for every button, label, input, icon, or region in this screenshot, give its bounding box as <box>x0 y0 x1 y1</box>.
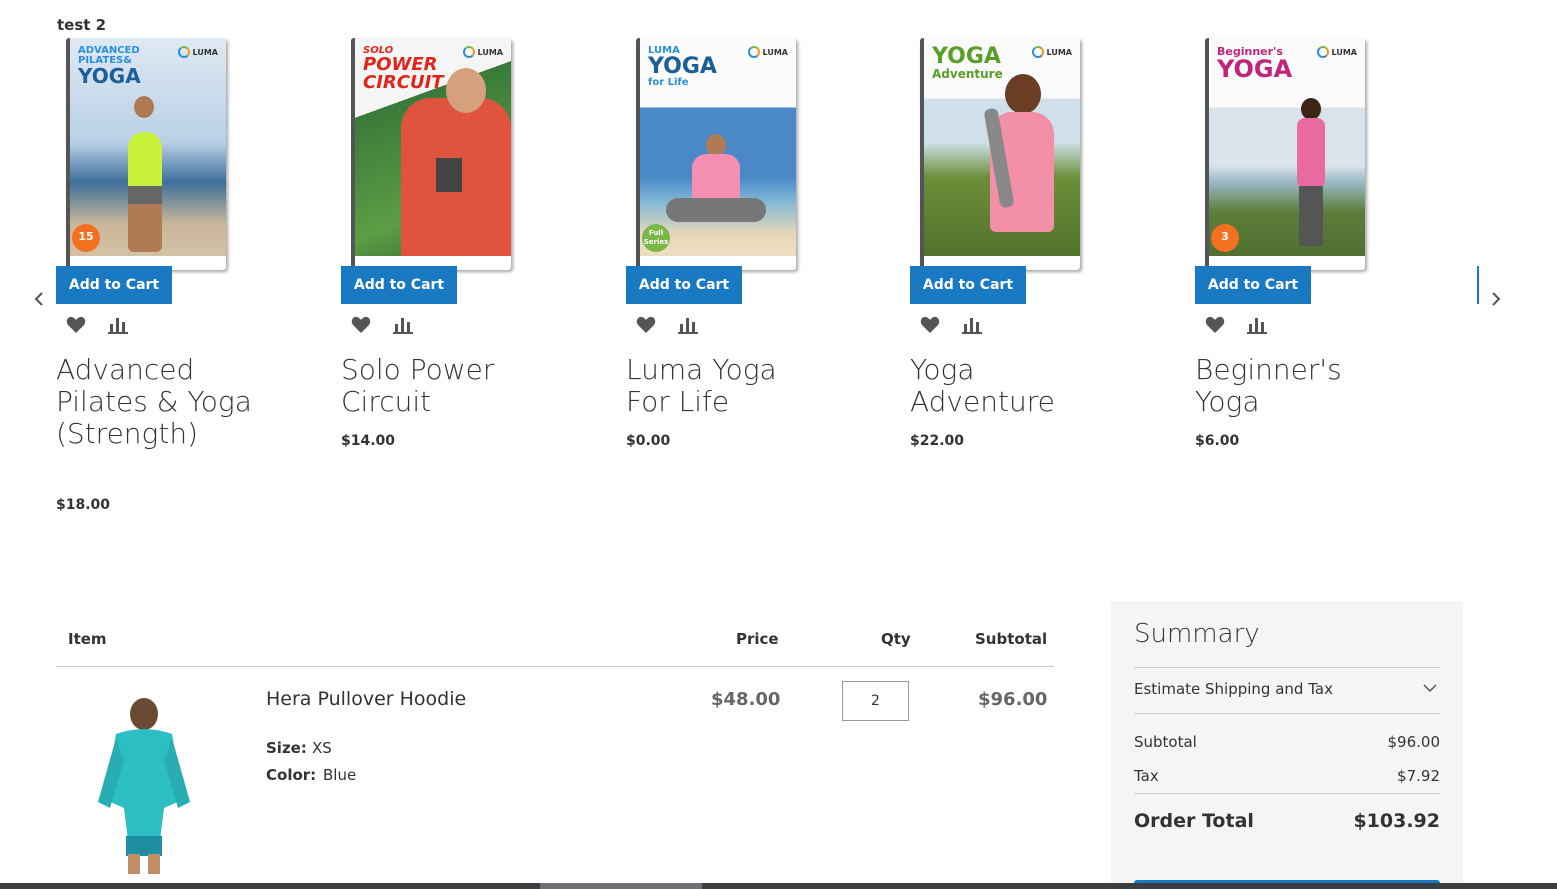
product-name-link[interactable]: Advanced Pilates & Yoga (Strength) <box>56 354 256 450</box>
option-label: Color: <box>266 766 317 784</box>
product-price: $14.00 <box>341 433 396 449</box>
product-price: $22.00 <box>910 433 965 449</box>
luma-logo: LUMA <box>1031 46 1072 58</box>
cart-item-name-link[interactable]: Hera Pullover Hoodie <box>266 688 466 710</box>
wishlist-heart-icon[interactable] <box>1205 316 1225 334</box>
product-price: $0.00 <box>626 433 671 449</box>
divider <box>56 666 1054 667</box>
chevron-down-icon[interactable] <box>1422 680 1438 700</box>
summary-title: Summary <box>1134 619 1260 649</box>
add-to-cart-button[interactable]: Add to Cart <box>626 266 742 304</box>
compare-icon[interactable] <box>393 316 413 334</box>
product-name-link[interactable]: Luma Yoga For Life <box>626 354 826 418</box>
next-slide-edge <box>1477 266 1479 304</box>
subtotal-label: Subtotal <box>1134 733 1197 751</box>
wishlist-heart-icon[interactable] <box>351 316 371 334</box>
section-title: test 2 <box>57 16 107 34</box>
cart-header-price: Price <box>736 630 779 648</box>
tax-value: $7.92 <box>1397 767 1440 785</box>
wishlist-heart-icon[interactable] <box>920 316 940 334</box>
luma-logo: SOLOLUMA <box>462 46 503 58</box>
option-value: XS <box>312 739 332 757</box>
carousel-prev-button[interactable] <box>29 289 49 313</box>
scrollbar-thumb[interactable] <box>540 883 702 889</box>
cart-header-subtotal: Subtotal <box>975 630 1048 648</box>
qty-input[interactable] <box>842 681 909 721</box>
order-total-label: Order Total <box>1134 810 1254 832</box>
product-name-link[interactable]: Solo Power Circuit <box>341 354 541 418</box>
badge: Full Series <box>642 224 670 252</box>
cart-item-image[interactable] <box>64 690 224 874</box>
add-to-cart-button[interactable]: Add to Cart <box>341 266 457 304</box>
horizontal-scrollbar[interactable] <box>0 883 1557 889</box>
add-to-cart-button[interactable]: Add to Cart <box>1195 266 1311 304</box>
badge: 15 <box>72 224 100 252</box>
chevron-left-icon <box>34 292 43 306</box>
divider <box>1134 793 1440 794</box>
luma-logo: LUMA <box>177 46 218 58</box>
divider <box>1134 713 1440 714</box>
product-name-link[interactable]: Yoga Adventure <box>910 354 1110 418</box>
chevron-right-icon <box>1492 292 1501 306</box>
product-image[interactable]: LUMA Beginner's YOGA 3 <box>1205 38 1365 270</box>
product-image[interactable]: SOLOLUMA SOLO POWER CIRCUIT <box>351 38 511 270</box>
cart-header-qty: Qty <box>881 630 911 648</box>
cart-item-price: $48.00 <box>711 689 781 710</box>
wishlist-heart-icon[interactable] <box>636 316 656 334</box>
add-to-cart-button[interactable]: Add to Cart <box>56 266 172 304</box>
compare-icon[interactable] <box>678 316 698 334</box>
tax-label: Tax <box>1134 767 1159 785</box>
carousel-next-button[interactable] <box>1486 289 1506 313</box>
subtotal-value: $96.00 <box>1387 733 1441 751</box>
option-value: Blue <box>323 766 357 784</box>
order-total-value: $103.92 <box>1353 810 1440 832</box>
compare-icon[interactable] <box>1247 316 1267 334</box>
add-to-cart-button[interactable]: Add to Cart <box>910 266 1026 304</box>
estimate-shipping-toggle[interactable]: Estimate Shipping and Tax <box>1134 680 1333 698</box>
cart-header-item: Item <box>68 630 107 648</box>
compare-icon[interactable] <box>962 316 982 334</box>
luma-logo: LUMA <box>747 46 788 58</box>
product-name-link[interactable]: Beginner's Yoga <box>1195 354 1395 418</box>
divider <box>1134 667 1440 668</box>
luma-logo: LUMA <box>1316 46 1357 58</box>
badge: 3 <box>1211 224 1239 252</box>
wishlist-heart-icon[interactable] <box>66 316 86 334</box>
option-label: Size: <box>266 739 307 757</box>
product-image[interactable]: LUMA LUMA YOGA for Life Full Series <box>636 38 796 270</box>
compare-icon[interactable] <box>108 316 128 334</box>
product-price: $18.00 <box>56 497 111 513</box>
product-image[interactable]: LUMA YOGA Adventure <box>920 38 1080 270</box>
product-image[interactable]: LUMA ADVANCED PILATES& YOGA 15 <box>66 38 226 270</box>
product-price: $6.00 <box>1195 433 1240 449</box>
cart-item-subtotal: $96.00 <box>978 689 1048 710</box>
